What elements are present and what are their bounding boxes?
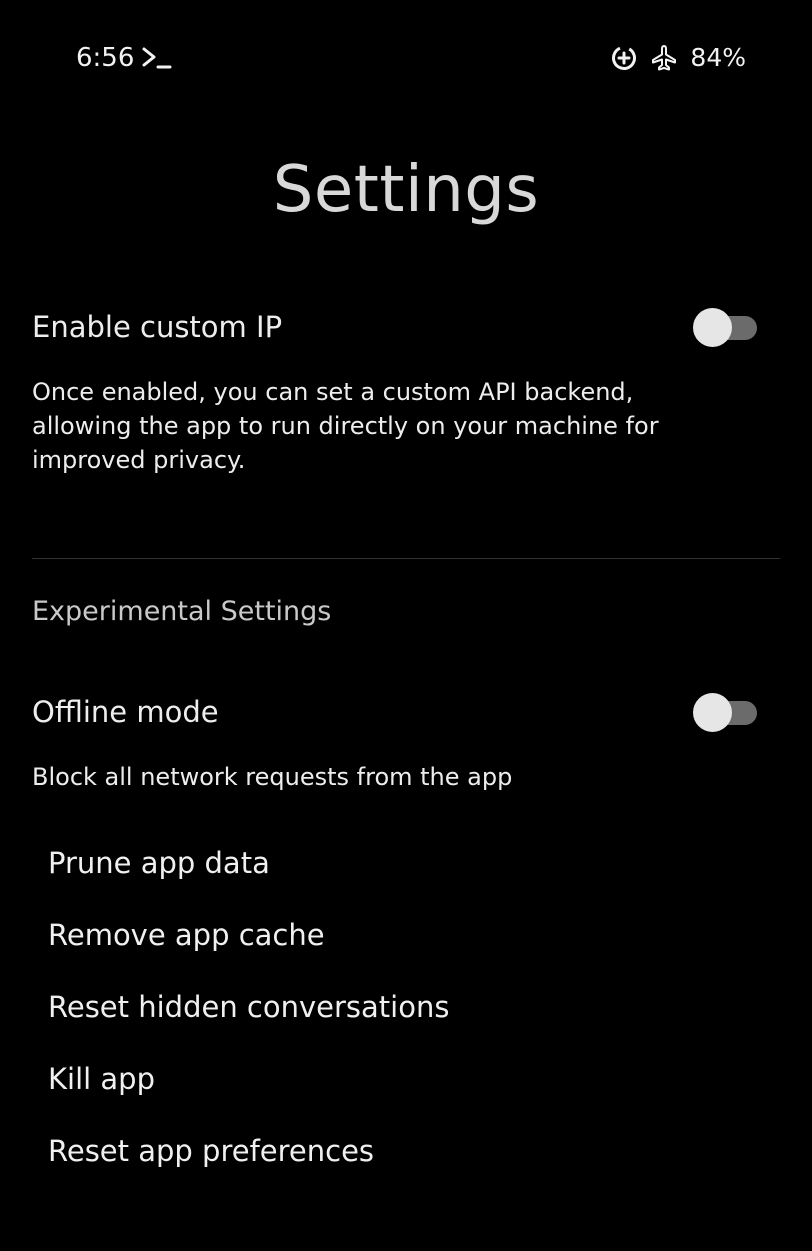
prune-app-data-button[interactable]: Prune app data: [48, 843, 449, 915]
status-bar: 6:56 84%: [0, 0, 812, 116]
remove-app-cache-button[interactable]: Remove app cache: [48, 915, 449, 987]
kill-app-button[interactable]: Kill app: [48, 1059, 449, 1131]
experimental-settings-header: Experimental Settings: [32, 596, 332, 627]
toggle-thumb: [693, 693, 732, 732]
reset-app-preferences-button[interactable]: Reset app preferences: [48, 1131, 449, 1203]
custom-ip-description: Once enabled, you can set a custom API b…: [32, 378, 659, 474]
custom-ip-toggle[interactable]: [693, 307, 759, 347]
status-time: 6:56: [76, 43, 135, 73]
offline-mode-description: Block all network requests from the app: [32, 763, 513, 791]
data-saver-icon: [612, 46, 637, 70]
status-icons: 84%: [610, 41, 746, 75]
reset-hidden-conversations-button[interactable]: Reset hidden conversations: [48, 987, 449, 1059]
battery-percentage: 84%: [690, 43, 746, 72]
airplane-mode-icon: [652, 45, 677, 71]
custom-ip-title: Enable custom IP: [32, 310, 283, 344]
offline-mode-toggle[interactable]: [693, 692, 759, 732]
toggle-thumb: [693, 308, 732, 347]
terminal-prompt-icon: [142, 47, 172, 69]
page-title: Settings: [272, 153, 540, 227]
offline-mode-title: Offline mode: [32, 695, 219, 729]
section-divider: [32, 558, 780, 559]
experimental-actions-list: Prune app data Remove app cache Reset hi…: [48, 843, 449, 1203]
